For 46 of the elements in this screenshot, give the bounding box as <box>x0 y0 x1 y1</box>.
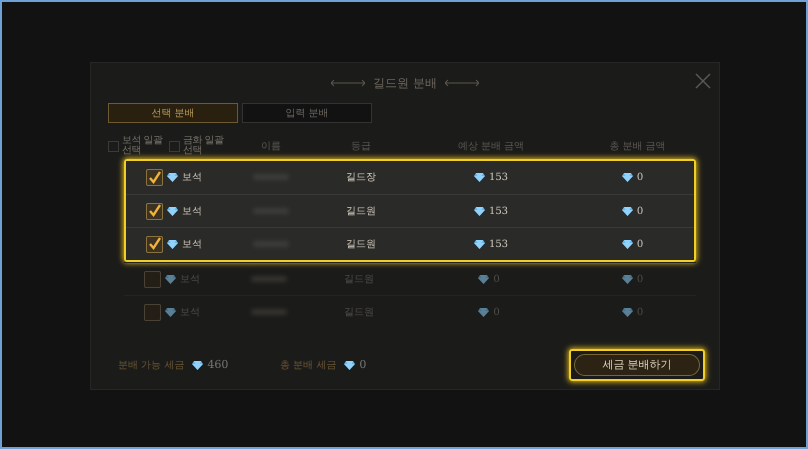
currency-label: 보석 <box>182 204 202 218</box>
gem-icon <box>622 274 633 284</box>
tab[interactable]: 선택 분배 <box>108 103 238 123</box>
gem-icon <box>167 206 178 216</box>
amount-text: 153 <box>488 171 508 185</box>
gem-icon <box>474 206 485 216</box>
amount-text: 0 <box>636 238 644 252</box>
column-header: 이름 <box>260 140 282 154</box>
gem-icon <box>344 360 356 370</box>
currency-label: 보석 <box>182 238 202 252</box>
close-icon[interactable] <box>695 73 711 89</box>
grade-text: 길드장 <box>345 171 377 185</box>
ornament-icon <box>444 79 479 87</box>
tab[interactable]: 입력 분배 <box>242 103 372 123</box>
gem-icon <box>474 173 485 182</box>
footer-label: 총 분배 세금 <box>280 358 336 372</box>
grade-text: 길드원 <box>345 238 377 252</box>
gem-icon <box>622 206 633 216</box>
amount-text: 0 <box>636 204 644 218</box>
amount-text: 153 <box>488 238 508 252</box>
gem-icon <box>622 308 633 316</box>
distribute-button[interactable]: 세금 분배하기 <box>574 354 700 376</box>
ornament-icon <box>331 79 366 87</box>
gem-icon <box>478 308 490 316</box>
amount-text: 0 <box>359 356 366 373</box>
gem-icon <box>478 274 490 284</box>
checkbox-label: 보석 일괄 선택 <box>122 136 164 156</box>
grade-text: 길드원 <box>345 204 377 218</box>
currency-label: 보석 <box>182 171 202 185</box>
gem-icon <box>622 173 633 182</box>
gem-icon <box>167 173 178 182</box>
amount-text: 153 <box>488 204 508 218</box>
checkbox-label: 금화 일괄 선택 <box>183 136 225 156</box>
gem-icon <box>474 240 485 248</box>
column-header: 총 분배 금액 <box>608 140 667 154</box>
amount-text: 0 <box>636 171 644 185</box>
footer-label: 분배 가능 세금 <box>118 358 184 372</box>
gem-icon <box>192 360 204 370</box>
gem-icon <box>622 240 633 248</box>
gem-icon <box>167 240 178 248</box>
gem-icon <box>165 308 176 316</box>
dialog-title: 길드원 분배 <box>373 75 437 92</box>
column-header: 등급 <box>350 140 372 154</box>
column-header: 예상 분배 금액 <box>456 140 526 154</box>
gem-icon <box>165 274 176 284</box>
amount-text: 460 <box>207 356 228 373</box>
